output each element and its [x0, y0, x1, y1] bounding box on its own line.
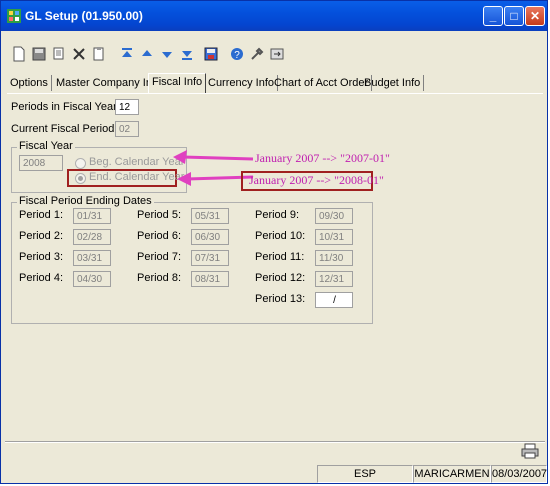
- period-10-label: Period 10:: [255, 230, 306, 242]
- period-6-label: Period 6:: [137, 230, 182, 242]
- current-period-label: Current Fiscal Period:: [11, 123, 118, 135]
- period-4-label: Period 4:: [19, 272, 64, 284]
- new-icon[interactable]: [11, 46, 27, 62]
- status-bar: ESP MARICARMEN 08/03/2007: [5, 465, 547, 483]
- title-bar[interactable]: GL Setup (01.950.00) _ □ ✕: [1, 1, 547, 31]
- next-icon[interactable]: [159, 46, 175, 62]
- copy-icon[interactable]: [51, 46, 67, 62]
- tab-budget-info[interactable]: Budget Info: [361, 75, 425, 91]
- beg-calendar-year-radio[interactable]: [75, 158, 86, 169]
- maximize-button[interactable]: □: [504, 6, 524, 26]
- save-icon[interactable]: [31, 46, 47, 62]
- period-4-field[interactable]: [73, 271, 111, 287]
- period-9-label: Period 9:: [255, 209, 300, 221]
- gl-setup-window: GL Setup (01.950.00) _ □ ✕ ? Options Mas…: [0, 0, 548, 484]
- annotation-text-2: January 2007 --> "2008-01": [249, 173, 384, 187]
- period-13-label: Period 13:: [255, 293, 306, 305]
- window-title: GL Setup (01.950.00): [25, 9, 143, 23]
- period-11-label: Period 11:: [255, 251, 305, 263]
- current-period-field[interactable]: [115, 121, 139, 137]
- status-user: MARICARMEN: [413, 465, 491, 483]
- period-10-field[interactable]: [315, 229, 353, 245]
- svg-text:?: ?: [234, 50, 240, 61]
- period-5-field[interactable]: [191, 208, 229, 224]
- period-7-field[interactable]: [191, 250, 229, 266]
- tab-currency-info[interactable]: Currency Info: [205, 75, 279, 91]
- period-8-label: Period 8:: [137, 272, 182, 284]
- period-12-label: Period 12:: [255, 272, 306, 284]
- period-12-field[interactable]: [315, 271, 353, 287]
- minimize-button[interactable]: _: [483, 6, 503, 26]
- close-button[interactable]: ✕: [525, 6, 545, 26]
- tab-chart-of-acct-order[interactable]: Chart of Acct Order: [271, 75, 373, 91]
- period-13-field[interactable]: [315, 292, 353, 308]
- periods-in-year-label: Periods in Fiscal Year:: [11, 101, 120, 113]
- period-5-label: Period 5:: [137, 209, 182, 221]
- minimize-icon: _: [489, 9, 497, 23]
- tools-icon[interactable]: [249, 46, 265, 62]
- exit-icon[interactable]: [269, 46, 285, 62]
- period-11-field[interactable]: [315, 250, 353, 266]
- status-date: 08/03/2007: [491, 465, 547, 483]
- period-1-field[interactable]: [73, 208, 111, 224]
- toolbar: ?: [5, 45, 545, 65]
- period-3-field[interactable]: [73, 250, 111, 266]
- fiscal-period-dates-title: Fiscal Period Ending Dates: [17, 195, 154, 207]
- last-icon[interactable]: [179, 46, 195, 62]
- annotation-text-1: January 2007 --> "2007-01": [255, 151, 390, 165]
- close-icon: ✕: [529, 9, 541, 23]
- fiscal-year-field[interactable]: [19, 155, 63, 171]
- fiscal-year-group-title: Fiscal Year: [17, 140, 75, 152]
- periods-in-year-field[interactable]: [115, 99, 139, 115]
- status-language: ESP: [317, 465, 413, 483]
- period-6-field[interactable]: [191, 229, 229, 245]
- period-8-field[interactable]: [191, 271, 229, 287]
- delete-icon[interactable]: [71, 46, 87, 62]
- maximize-icon: □: [510, 9, 518, 23]
- footer-separator: [5, 441, 545, 443]
- first-icon[interactable]: [119, 46, 135, 62]
- period-9-field[interactable]: [315, 208, 353, 224]
- period-7-label: Period 7:: [137, 251, 182, 263]
- help-icon[interactable]: ?: [229, 46, 245, 62]
- tab-strip: Options Master Company Info Fiscal Info …: [7, 73, 543, 94]
- tab-fiscal-info[interactable]: Fiscal Info: [148, 73, 207, 93]
- tab-options[interactable]: Options: [7, 75, 52, 91]
- period-2-field[interactable]: [73, 229, 111, 245]
- save-disk-icon[interactable]: [203, 46, 219, 62]
- period-2-label: Period 2:: [19, 230, 64, 242]
- period-1-label: Period 1:: [19, 209, 64, 221]
- period-3-label: Period 3:: [19, 251, 64, 263]
- previous-icon[interactable]: [139, 46, 155, 62]
- print-icon[interactable]: [521, 443, 539, 459]
- end-calendar-year-radio[interactable]: [75, 173, 86, 184]
- paste-icon[interactable]: [91, 46, 107, 62]
- app-icon: [7, 9, 21, 23]
